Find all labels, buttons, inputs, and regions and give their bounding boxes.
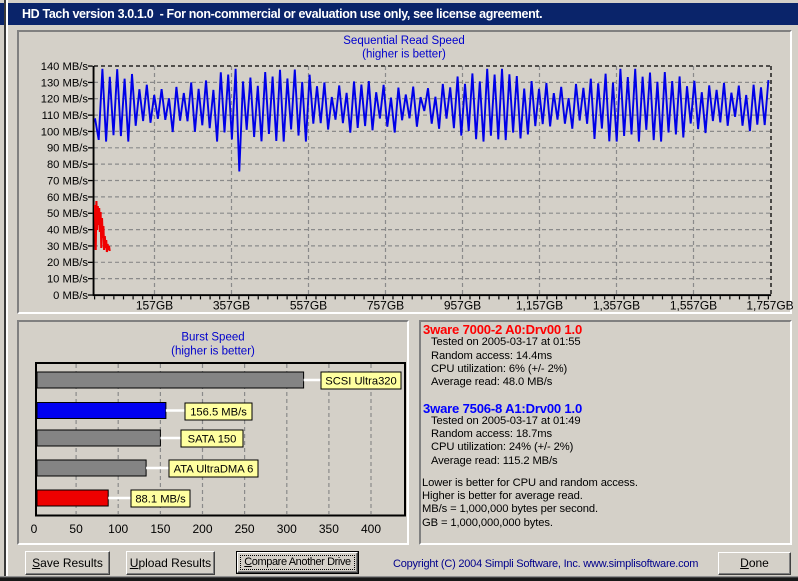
svg-text:0: 0 (31, 522, 38, 536)
svg-text:0 MB/s: 0 MB/s (53, 290, 88, 302)
svg-text:130 MB/s: 130 MB/s (41, 77, 89, 89)
svg-text:20 MB/s: 20 MB/s (47, 257, 88, 269)
svg-text:400: 400 (361, 522, 381, 536)
svg-text:156.5 MB/s: 156.5 MB/s (190, 407, 247, 419)
svg-text:1,757GB: 1,757GB (746, 299, 793, 313)
svg-text:ATA UltraDMA 6: ATA UltraDMA 6 (174, 464, 254, 476)
svg-text:100 MB/s: 100 MB/s (41, 126, 89, 138)
svg-text:150: 150 (150, 522, 170, 536)
svg-text:80 MB/s: 80 MB/s (47, 159, 88, 171)
svg-text:Sequential Read Speed: Sequential Read Speed (343, 35, 465, 47)
svg-text:(higher is better): (higher is better) (362, 49, 446, 61)
svg-text:40 MB/s: 40 MB/s (47, 225, 88, 237)
svg-text:757GB: 757GB (367, 299, 404, 313)
svg-text:300: 300 (277, 522, 297, 536)
svg-text:957GB: 957GB (444, 299, 481, 313)
svg-text:Burst Speed: Burst Speed (181, 332, 244, 344)
svg-text:250: 250 (235, 522, 255, 536)
svg-text:1,357GB: 1,357GB (593, 299, 640, 313)
svg-text:10 MB/s: 10 MB/s (47, 274, 88, 286)
svg-text:60 MB/s: 60 MB/s (47, 192, 88, 204)
svg-text:1,157GB: 1,157GB (516, 299, 563, 313)
svg-text:70 MB/s: 70 MB/s (47, 175, 88, 187)
svg-text:100: 100 (108, 522, 128, 536)
svg-text:30 MB/s: 30 MB/s (47, 241, 88, 253)
svg-text:140 MB/s: 140 MB/s (41, 61, 89, 73)
svg-text:557GB: 557GB (290, 299, 327, 313)
svg-text:200: 200 (192, 522, 212, 536)
svg-text:(higher is better): (higher is better) (171, 346, 255, 358)
svg-text:110 MB/s: 110 MB/s (42, 110, 89, 122)
svg-text:357GB: 357GB (213, 299, 250, 313)
svg-text:SCSI Ultra320: SCSI Ultra320 (325, 376, 397, 388)
svg-text:90 MB/s: 90 MB/s (47, 143, 88, 155)
svg-text:50: 50 (69, 522, 83, 536)
svg-text:SATA 150: SATA 150 (188, 434, 237, 446)
svg-text:50 MB/s: 50 MB/s (47, 208, 88, 220)
svg-text:1,557GB: 1,557GB (670, 299, 717, 313)
svg-text:120 MB/s: 120 MB/s (41, 94, 89, 106)
svg-text:157GB: 157GB (136, 299, 173, 313)
svg-text:350: 350 (319, 522, 339, 536)
svg-text:88.1 MB/s: 88.1 MB/s (135, 494, 186, 506)
